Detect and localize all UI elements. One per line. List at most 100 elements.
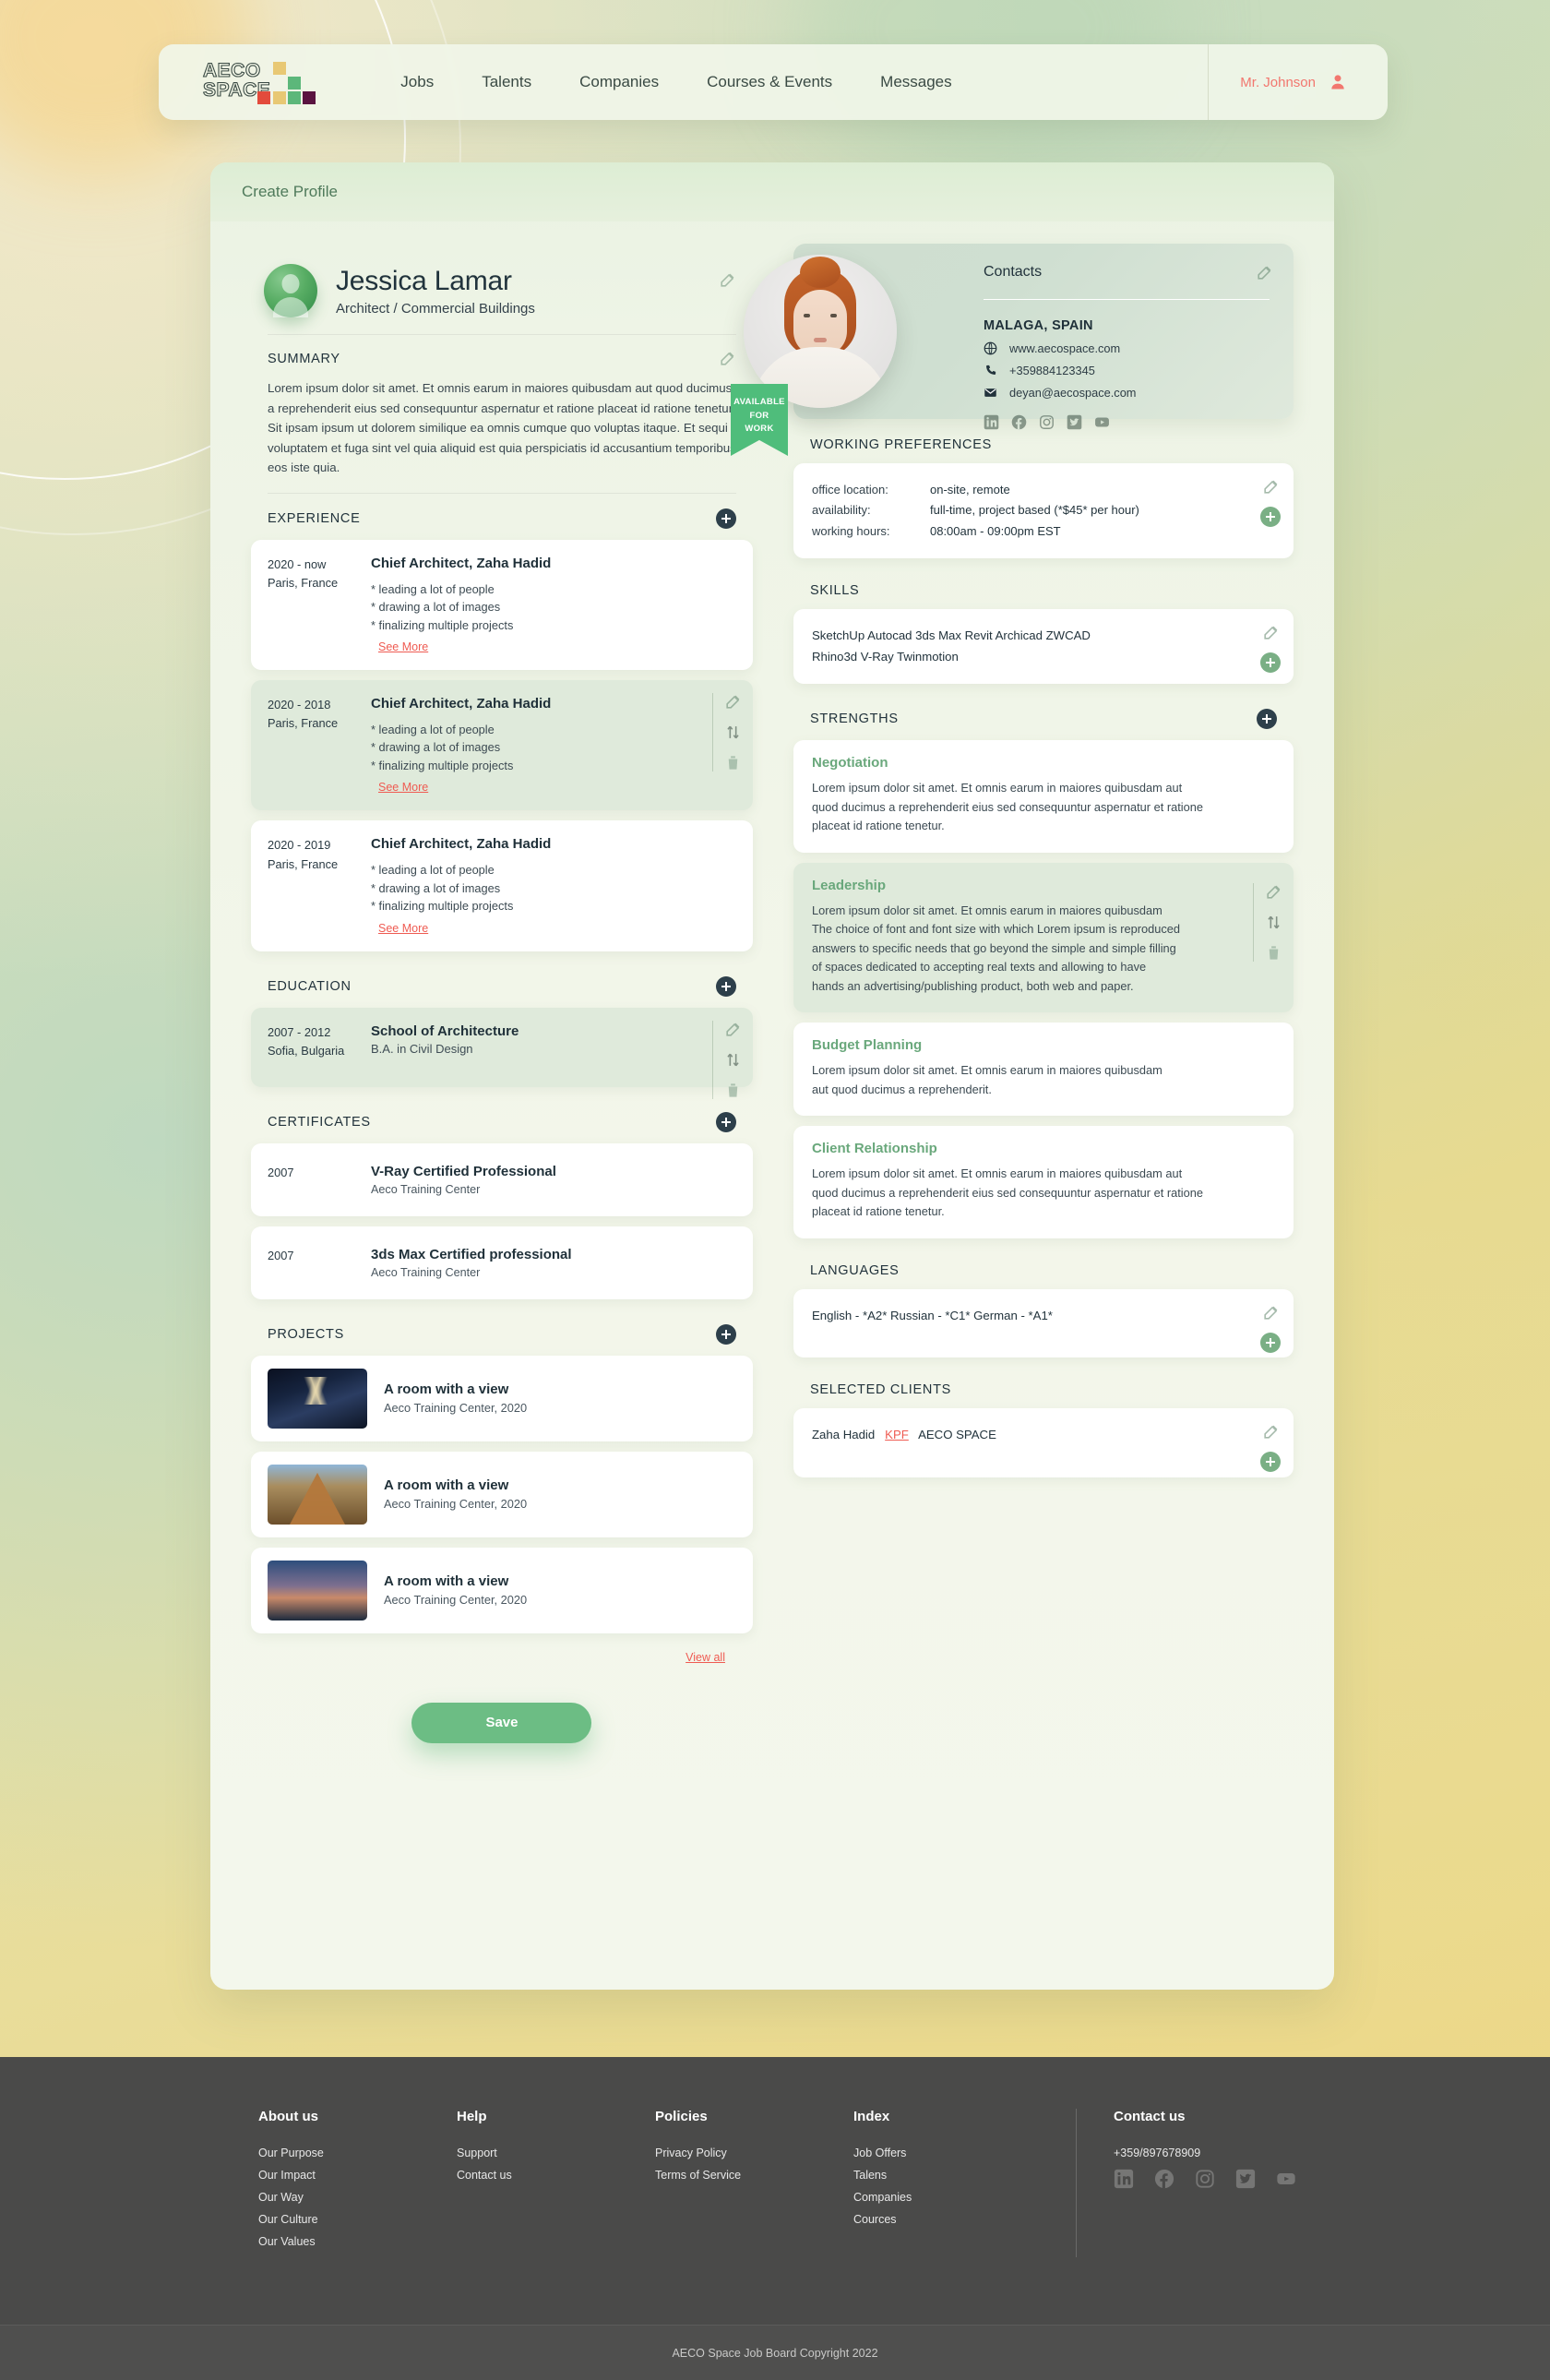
education-detail: School of Architecture B.A. in Civil Des… bbox=[371, 1023, 734, 1061]
contacts-website-row[interactable]: www.aecospace.com bbox=[984, 341, 1270, 355]
certificate-issuer: Aeco Training Center bbox=[371, 1182, 481, 1196]
delete-icon[interactable] bbox=[724, 1082, 742, 1099]
see-more-link[interactable]: See More bbox=[378, 781, 428, 794]
experience-location: Paris, France bbox=[268, 716, 339, 731]
project-item[interactable]: A room with a view Aeco Training Center,… bbox=[251, 1355, 753, 1441]
languages-card[interactable]: English - *A2* Russian - *C1* German - *… bbox=[793, 1288, 1294, 1358]
client-name: AECO SPACE bbox=[918, 1428, 996, 1442]
youtube-icon[interactable] bbox=[1094, 414, 1110, 430]
add-certificate-button[interactable] bbox=[715, 1111, 736, 1132]
experience-item[interactable]: 2020 - 2019 Paris, France Chief Architec… bbox=[251, 820, 753, 951]
edit-icon[interactable] bbox=[1262, 624, 1280, 641]
edit-icon[interactable] bbox=[1262, 1423, 1280, 1441]
footer-phone[interactable]: +359/897678909 bbox=[1114, 2147, 1274, 2159]
selected-clients-card[interactable]: Zaha Hadid KPF AECO SPACE bbox=[793, 1408, 1294, 1477]
certificate-item[interactable]: 2007 V-Ray Certified Professional Aeco T… bbox=[251, 1142, 753, 1216]
instagram-icon[interactable] bbox=[1195, 2169, 1215, 2189]
footer-column-policies: Policies Privacy Policy Terms of Service bbox=[655, 2109, 853, 2257]
footer-link[interactable]: Our Way bbox=[258, 2191, 457, 2204]
footer-link[interactable]: Contact us bbox=[457, 2169, 655, 2182]
certificate-item[interactable]: 2007 3ds Max Certified professional Aeco… bbox=[251, 1226, 753, 1299]
see-more-link[interactable]: See More bbox=[378, 922, 428, 935]
facebook-icon[interactable] bbox=[1011, 414, 1027, 430]
contacts-email-row[interactable]: deyan@aecospace.com bbox=[984, 386, 1270, 400]
nav-item-courses-events[interactable]: Courses & Events bbox=[707, 73, 832, 91]
strength-item[interactable]: Budget Planning Lorem ipsum dolor sit am… bbox=[793, 1023, 1294, 1117]
nav-item-jobs[interactable]: Jobs bbox=[400, 73, 434, 91]
nav-item-companies[interactable]: Companies bbox=[579, 73, 659, 91]
edit-icon[interactable] bbox=[1262, 1304, 1280, 1322]
edit-icon[interactable] bbox=[1262, 478, 1280, 496]
youtube-icon[interactable] bbox=[1276, 2169, 1296, 2189]
add-client-button[interactable] bbox=[1260, 1452, 1281, 1473]
education-item[interactable]: 2007 - 2012 Sofia, Bulgaria School of Ar… bbox=[251, 1007, 753, 1099]
twitter-icon[interactable] bbox=[1067, 414, 1082, 430]
add-skill-button[interactable] bbox=[1260, 652, 1281, 674]
experience-bullet: * drawing a lot of images bbox=[371, 880, 501, 895]
working-preferences-card[interactable]: office location: availability: working h… bbox=[793, 463, 1294, 559]
edit-icon[interactable] bbox=[724, 693, 742, 711]
add-strength-button[interactable] bbox=[1257, 709, 1277, 730]
twitter-icon[interactable] bbox=[1235, 2169, 1256, 2189]
education-period: 2007 - 2012 bbox=[268, 1024, 331, 1039]
contacts-phone-row[interactable]: +359884123345 bbox=[984, 364, 1270, 377]
logo-block-purple bbox=[303, 90, 316, 104]
delete-icon[interactable] bbox=[724, 754, 742, 771]
add-preference-button[interactable] bbox=[1260, 507, 1281, 527]
footer-link[interactable]: Terms of Service bbox=[655, 2169, 853, 2182]
footer-link[interactable]: Companies bbox=[853, 2191, 1052, 2204]
footer-link[interactable]: Job Offers bbox=[853, 2147, 1052, 2159]
add-education-button[interactable] bbox=[715, 975, 736, 997]
project-item[interactable]: A room with a view Aeco Training Center,… bbox=[251, 1451, 753, 1537]
profile-role: Architect / Commercial Buildings bbox=[336, 300, 535, 317]
footer-link[interactable]: Talens bbox=[853, 2169, 1052, 2182]
aeco-space-logo[interactable]: AECO SPACE bbox=[202, 60, 316, 104]
instagram-icon[interactable] bbox=[1039, 414, 1055, 430]
client-name-highlighted[interactable]: KPF bbox=[885, 1428, 909, 1441]
nav-item-messages[interactable]: Messages bbox=[880, 73, 951, 91]
reorder-icon[interactable] bbox=[724, 724, 742, 741]
profile-identity: Jessica Lamar Architect / Commercial Bui… bbox=[251, 244, 753, 334]
facebook-icon[interactable] bbox=[1154, 2169, 1174, 2189]
footer-link[interactable]: Our Culture bbox=[258, 2213, 457, 2226]
add-experience-button[interactable] bbox=[715, 508, 736, 529]
experience-item[interactable]: 2020 - 2018 Paris, France Chief Architec… bbox=[251, 679, 753, 811]
experience-bullet: * leading a lot of people bbox=[371, 722, 495, 736]
footer-column-index: Index Job Offers Talens Companies Cource… bbox=[853, 2109, 1052, 2257]
footer-column-title: Index bbox=[853, 2109, 890, 2124]
project-thumbnail bbox=[268, 1560, 367, 1621]
strength-item[interactable]: Leadership Lorem ipsum dolor sit amet. E… bbox=[793, 862, 1294, 1013]
experience-bullet: * finalizing multiple projects bbox=[371, 899, 514, 914]
edit-summary-icon[interactable] bbox=[719, 350, 736, 367]
edit-icon[interactable] bbox=[1265, 883, 1282, 901]
delete-icon[interactable] bbox=[1265, 944, 1282, 962]
reorder-icon[interactable] bbox=[724, 1051, 742, 1069]
see-more-link[interactable]: See More bbox=[378, 640, 428, 653]
view-all-link[interactable]: View all bbox=[686, 1651, 725, 1664]
project-item[interactable]: A room with a view Aeco Training Center,… bbox=[251, 1547, 753, 1633]
add-language-button[interactable] bbox=[1260, 1332, 1281, 1353]
strength-item[interactable]: Negotiation Lorem ipsum dolor sit amet. … bbox=[793, 740, 1294, 853]
user-menu[interactable]: Mr. Johnson bbox=[1208, 44, 1388, 120]
edit-icon[interactable] bbox=[724, 1021, 742, 1038]
footer-link[interactable]: Cources bbox=[853, 2213, 1052, 2226]
page-header-bar bbox=[210, 162, 1334, 221]
experience-item[interactable]: 2020 - now Paris, France Chief Architect… bbox=[251, 539, 753, 670]
nav-item-talents[interactable]: Talents bbox=[482, 73, 531, 91]
footer-link[interactable]: Support bbox=[457, 2147, 655, 2159]
skills-card[interactable]: SketchUp Autocad 3ds Max Revit Archicad … bbox=[793, 609, 1294, 685]
experience-bullet: * finalizing multiple projects bbox=[371, 758, 514, 772]
linkedin-icon[interactable] bbox=[984, 414, 999, 430]
footer-link[interactable]: Our Purpose bbox=[258, 2147, 457, 2159]
add-project-button[interactable] bbox=[715, 1323, 736, 1345]
footer-link[interactable]: Our Impact bbox=[258, 2169, 457, 2182]
save-button[interactable]: Save bbox=[411, 1702, 592, 1743]
edit-profile-icon[interactable] bbox=[719, 271, 736, 289]
footer-link[interactable]: Our Values bbox=[258, 2235, 457, 2248]
footer-link[interactable]: Privacy Policy bbox=[655, 2147, 853, 2159]
strength-item[interactable]: Client Relationship Lorem ipsum dolor si… bbox=[793, 1126, 1294, 1238]
linkedin-icon[interactable] bbox=[1114, 2169, 1134, 2189]
user-avatar-icon bbox=[1331, 75, 1344, 90]
experience-detail: Chief Architect, Zaha Hadid * leading a … bbox=[371, 836, 734, 936]
reorder-icon[interactable] bbox=[1265, 914, 1282, 931]
